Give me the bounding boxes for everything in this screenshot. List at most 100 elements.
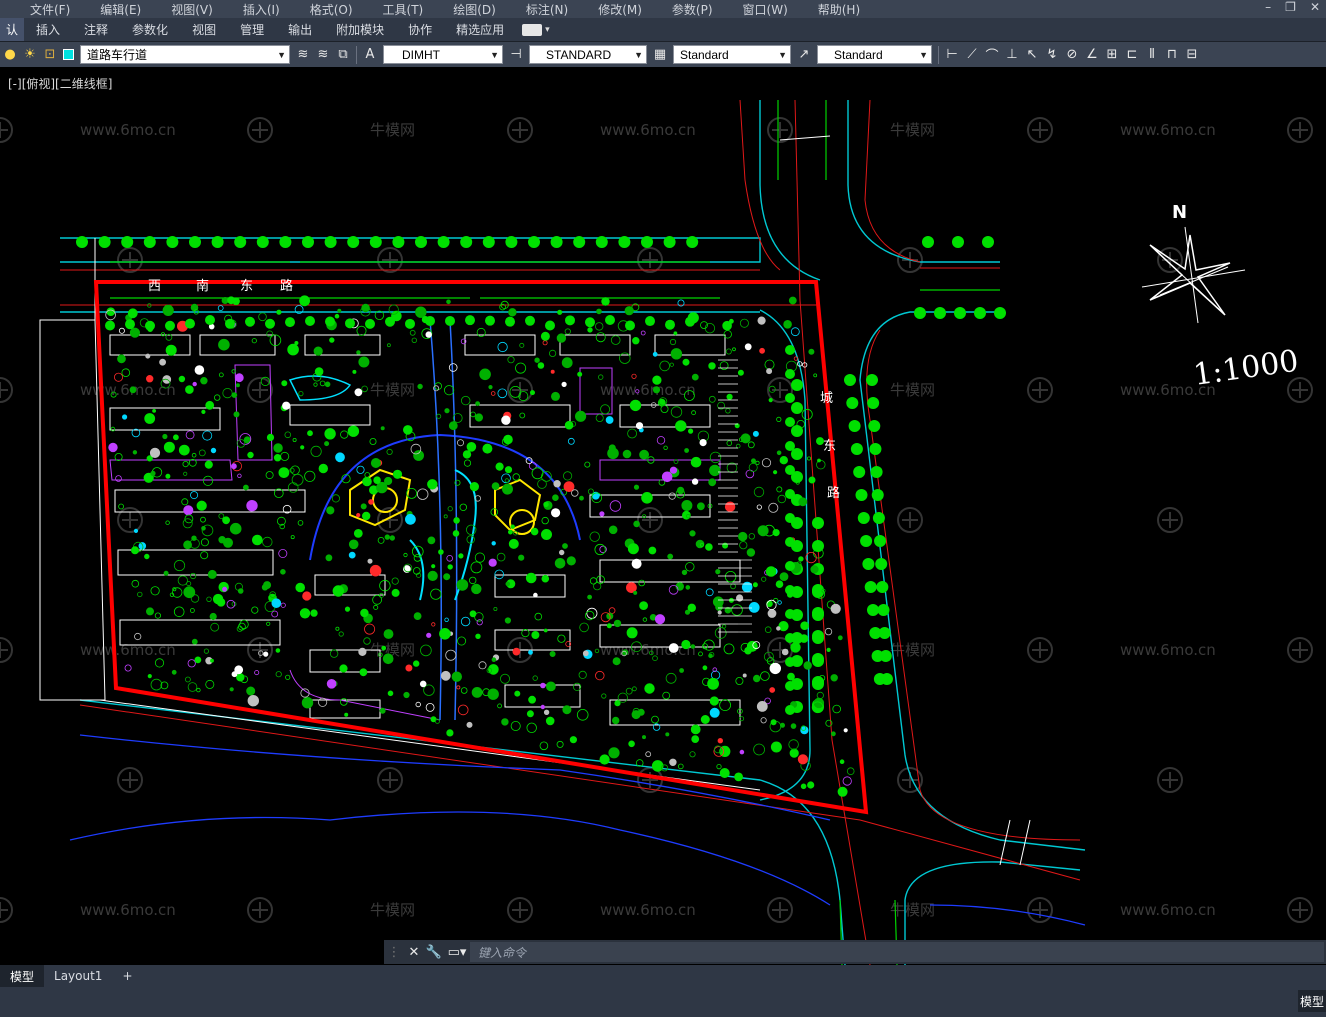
tree-symbol [785, 585, 795, 595]
sun-icon[interactable]: ☀ [22, 47, 38, 63]
grip-icon[interactable]: ⋮ [386, 944, 402, 960]
dim-angular-icon[interactable]: ∠ [1084, 47, 1100, 63]
menu-help[interactable]: 帮助(H) [800, 1, 872, 18]
layer-select[interactable]: 道路车行道 ▼ [80, 45, 290, 64]
dim-diameter-icon[interactable]: ⊘ [1064, 47, 1080, 63]
watermark-url: www.6mo.cn [80, 641, 176, 659]
menu-modify[interactable]: 修改(M) [580, 1, 654, 18]
dim-aligned-icon[interactable]: ⟋ [964, 47, 980, 63]
close-icon[interactable]: ✕ [406, 944, 422, 960]
dim-baseline-icon[interactable]: ⊏ [1124, 47, 1140, 63]
dimstyle-select[interactable]: DIMHT ▼ [383, 45, 503, 64]
site-plan-drawing: www.6mo.cn 牛模网 www.6mo.cn 牛模网 www.6mo.cn www.… [0, 99, 1313, 965]
tab-insert[interactable]: 插入 [24, 21, 72, 38]
tree-symbol [791, 379, 803, 391]
tab-model[interactable]: 模型 [0, 964, 45, 988]
menu-dimension[interactable]: 标注(N) [508, 1, 580, 18]
tree-symbol [445, 315, 455, 326]
tree-symbol [954, 307, 966, 319]
watermark-url: www.6mo.cn [80, 121, 176, 139]
command-prompt-icon[interactable]: ▭▾ [446, 944, 468, 960]
tab-default[interactable]: 认 [0, 18, 25, 41]
restore-icon[interactable]: ❐ [1285, 0, 1296, 14]
tree-symbol [870, 466, 883, 478]
viewport-controls-label[interactable]: [-][俯视][二维线框] [8, 75, 112, 92]
command-input[interactable]: 键入命令 [470, 942, 1324, 962]
dim-continue-icon[interactable]: ⫴ [1144, 47, 1160, 63]
close-icon[interactable]: ✕ [1310, 0, 1320, 14]
text-style-icon[interactable]: A [362, 47, 378, 63]
tab-annotate[interactable]: 注释 [72, 21, 120, 38]
status-model-button[interactable]: 模型 [1298, 990, 1326, 1012]
north-label: N [1172, 202, 1187, 223]
menu-parametric[interactable]: 参数(P) [654, 1, 725, 18]
menu-file[interactable]: 文件(F) [0, 1, 82, 18]
tab-addins[interactable]: 附加模块 [324, 21, 396, 38]
watermark-cn: 牛模网 [890, 901, 935, 919]
dim-linear-icon[interactable]: ⊢ [944, 47, 960, 63]
tablestyle-select[interactable]: Standard ▼ [673, 45, 791, 64]
tab-collaborate[interactable]: 协作 [396, 21, 444, 38]
building-footprint [109, 334, 191, 356]
tree-symbol [855, 489, 868, 501]
dim-break-icon[interactable]: ⊟ [1184, 47, 1200, 63]
tree-symbol [595, 236, 608, 248]
menu-view[interactable]: 视图(V) [153, 1, 225, 18]
building-footprint [114, 489, 306, 513]
quick-dim-icon[interactable]: ⊞ [1104, 47, 1120, 63]
tree-symbol [791, 425, 803, 437]
tree-symbol [145, 320, 155, 331]
drawing-viewport[interactable]: www.6mo.cn 牛模网 www.6mo.cn 牛模网 www.6mo.cn www.… [0, 67, 1326, 965]
dim-space-icon[interactable]: ⊓ [1164, 47, 1180, 63]
dim-radius-icon[interactable]: ↖ [1024, 47, 1040, 63]
multileader-style-icon[interactable]: ↗ [796, 47, 812, 63]
tab-parametric[interactable]: 参数化 [120, 21, 180, 38]
tree-symbol [565, 315, 575, 326]
menu-insert[interactable]: 插入(I) [225, 1, 292, 18]
tree-symbol [974, 307, 986, 319]
ribbon-dropdown-icon[interactable]: ▾ [545, 25, 550, 35]
tree-symbol [686, 236, 699, 248]
watermark-url: www.6mo.cn [1120, 121, 1216, 139]
minimize-icon[interactable]: – [1265, 0, 1271, 14]
tree-symbol [982, 236, 994, 248]
watermark-cn: 牛模网 [890, 641, 935, 659]
tree-symbol [785, 657, 795, 667]
menu-edit[interactable]: 编辑(E) [82, 1, 153, 18]
mleaderstyle-select[interactable]: Standard ▼ [817, 45, 932, 64]
lock-icon[interactable]: ⊡ [42, 47, 58, 63]
layer-previous-icon[interactable]: ⧉ [335, 47, 351, 63]
tree-symbol [812, 678, 824, 690]
dim-ordinate-icon[interactable]: ⊥ [1004, 47, 1020, 63]
tree-symbol [573, 236, 586, 248]
tab-layout1[interactable]: Layout1 [44, 966, 112, 986]
menu-format[interactable]: 格式(O) [292, 1, 365, 18]
watermark-cn: 牛模网 [890, 121, 935, 139]
add-layout-button[interactable]: + [112, 966, 142, 986]
tab-featured-apps[interactable]: 精选应用 [444, 21, 516, 38]
tab-view[interactable]: 视图 [180, 21, 228, 38]
watermark-url: www.6mo.cn [80, 901, 176, 919]
tree-symbol [785, 369, 795, 379]
layer-state-icon[interactable]: ≋ [315, 47, 331, 63]
menu-bar: 文件(F) 编辑(E) 视图(V) 插入(I) 格式(O) 工具(T) 绘图(D… [0, 0, 1326, 18]
tab-manage[interactable]: 管理 [228, 21, 276, 38]
ribbon-toggle-icon[interactable] [522, 23, 543, 36]
customize-wrench-icon[interactable]: 🔧 [426, 944, 442, 960]
dim-jogged-icon[interactable]: ↯ [1044, 47, 1060, 63]
table-style-icon[interactable]: ▦ [652, 47, 668, 63]
tree-symbol [878, 627, 891, 639]
menu-tools[interactable]: 工具(T) [365, 1, 436, 18]
textstyle-select[interactable]: STANDARD ▼ [529, 45, 647, 64]
dimension-style-icon[interactable]: ⊣ [508, 47, 524, 63]
tree-symbol [550, 236, 563, 248]
layer-properties-icon[interactable]: ≋ [295, 47, 311, 63]
dim-arc-icon[interactable]: ⌒ [984, 47, 1000, 64]
menu-draw[interactable]: 绘图(D) [435, 1, 508, 18]
tree-symbol [868, 420, 881, 432]
menu-window[interactable]: 窗口(W) [725, 1, 800, 18]
tab-output[interactable]: 输出 [276, 21, 324, 38]
watermark-cn: 牛模网 [370, 901, 415, 919]
lightbulb-icon[interactable]: ● [2, 47, 18, 63]
lane-markings [110, 100, 1000, 965]
